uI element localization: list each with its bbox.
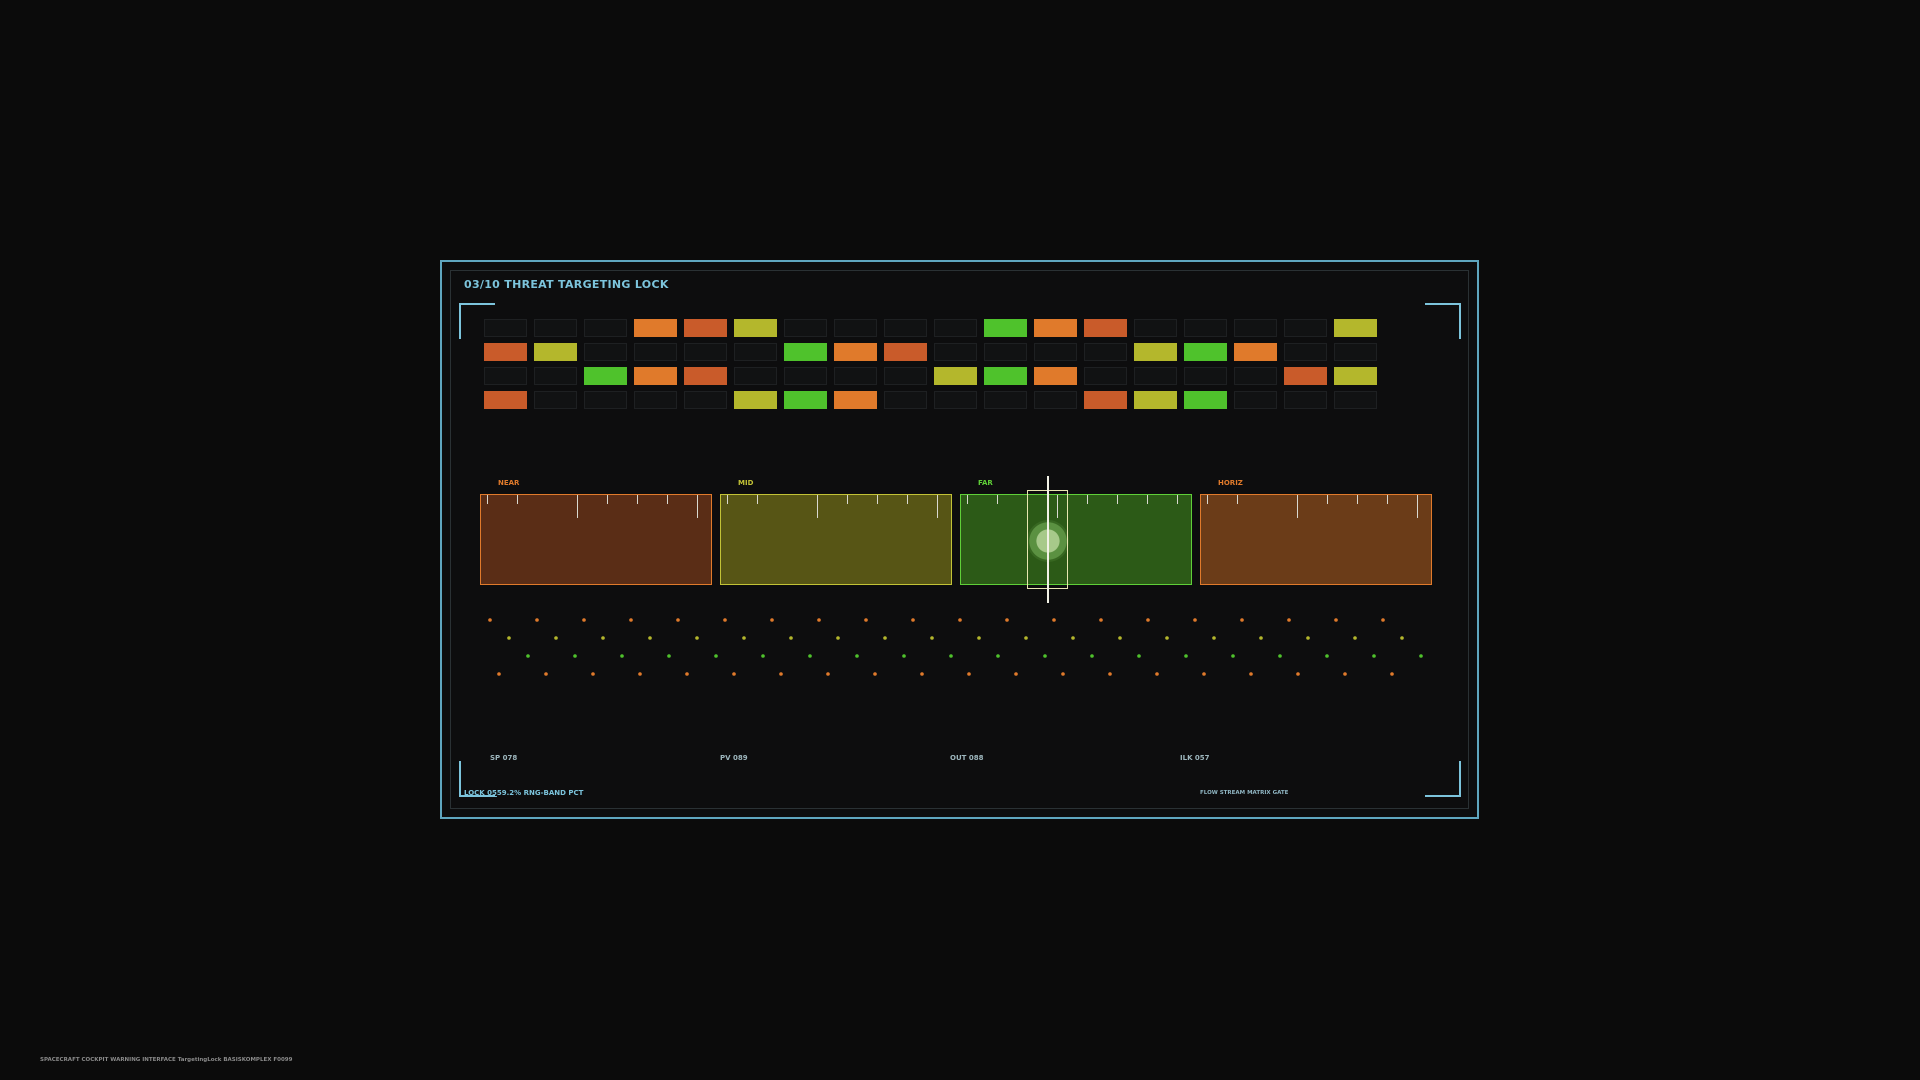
signal-dot: [1024, 636, 1028, 640]
signal-dot: [601, 636, 605, 640]
signal-dot: [1372, 654, 1376, 658]
lock-label: LOCK 05: [464, 789, 497, 797]
signal-dot: [1165, 636, 1169, 640]
signal-dot: [873, 672, 877, 676]
signal-dot: [648, 636, 652, 640]
signal-dot: [497, 672, 501, 676]
targeting-cursor-line[interactable]: [1047, 476, 1049, 603]
signal-dot: [920, 672, 924, 676]
signal-dot: [507, 636, 511, 640]
signal-dot: [1296, 672, 1300, 676]
signal-dot: [789, 636, 793, 640]
signal-dot: [554, 636, 558, 640]
signal-dot: [591, 672, 595, 676]
signal-dot: [902, 654, 906, 658]
signal-dot: [695, 636, 699, 640]
signal-dot: [1014, 672, 1018, 676]
signal-dot: [1146, 618, 1150, 622]
signal-dot: [1231, 654, 1235, 658]
readout-sp: SP 078: [490, 754, 518, 762]
lock-value: 59.2%: [496, 789, 522, 797]
signal-dot: [1259, 636, 1263, 640]
signal-dot: [967, 672, 971, 676]
signal-dot: [1108, 672, 1112, 676]
signal-dot: [1193, 618, 1197, 622]
signal-dot: [714, 654, 718, 658]
signal-dot: [958, 618, 962, 622]
signal-dot: [864, 618, 868, 622]
signal-dot: [770, 618, 774, 622]
readout-out: OUT 088: [950, 754, 984, 762]
signal-dot-field: [488, 618, 1423, 676]
signal-dot: [1043, 654, 1047, 658]
signal-dot: [1390, 672, 1394, 676]
signal-dot: [667, 654, 671, 658]
signal-dot: [1071, 636, 1075, 640]
signal-dot: [930, 636, 934, 640]
signal-dot: [836, 636, 840, 640]
signal-dot: [1137, 654, 1141, 658]
signal-dot: [582, 618, 586, 622]
signal-dot: [1334, 618, 1338, 622]
signal-dot: [1381, 618, 1385, 622]
signal-dot: [1419, 654, 1423, 658]
signal-dot: [1090, 654, 1094, 658]
readout-pv: PV 089: [720, 754, 748, 762]
signal-dot: [742, 636, 746, 640]
signal-dot: [685, 672, 689, 676]
signal-dot: [1343, 672, 1347, 676]
signal-dot: [1306, 636, 1310, 640]
signal-dot: [1287, 618, 1291, 622]
signal-dot: [573, 654, 577, 658]
signal-dot: [826, 672, 830, 676]
signal-dot: [1202, 672, 1206, 676]
signal-dot: [1099, 618, 1103, 622]
signal-dot: [676, 618, 680, 622]
signal-dot: [732, 672, 736, 676]
lock-suffix: RNG-BAND PCT: [523, 789, 584, 797]
signal-dot: [779, 672, 783, 676]
signal-dot: [1184, 654, 1188, 658]
signal-dot: [911, 618, 915, 622]
lock-status-line: LOCK 0559.2% RNG-BAND PCT: [464, 789, 583, 797]
signal-dot: [1325, 654, 1329, 658]
signal-dot: [488, 618, 492, 622]
footer-caption: SPACECRAFT COCKPIT WARNING INTERFACE Tar…: [40, 1057, 293, 1063]
signal-dot: [1212, 636, 1216, 640]
signal-dot: [949, 654, 953, 658]
signal-dot: [638, 672, 642, 676]
readout-ilk: ILK 057: [1180, 754, 1210, 762]
signal-dot: [808, 654, 812, 658]
signal-dot: [1005, 618, 1009, 622]
signal-dot: [817, 618, 821, 622]
flow-gate-label: FLOW STREAM MATRIX GATE: [1200, 790, 1289, 796]
signal-dot: [996, 654, 1000, 658]
signal-dot: [1052, 618, 1056, 622]
signal-dot: [855, 654, 859, 658]
signal-dot: [761, 654, 765, 658]
signal-dot: [526, 654, 530, 658]
signal-dot: [883, 636, 887, 640]
signal-dot: [1155, 672, 1159, 676]
signal-dot: [1353, 636, 1357, 640]
signal-dot: [1061, 672, 1065, 676]
signal-dot: [723, 618, 727, 622]
signal-dot: [620, 654, 624, 658]
signal-dot: [1400, 636, 1404, 640]
signal-dot: [544, 672, 548, 676]
signal-dot: [629, 618, 633, 622]
signal-dot: [1240, 618, 1244, 622]
signal-dot: [535, 618, 539, 622]
signal-dot: [1118, 636, 1122, 640]
signal-dot: [1278, 654, 1282, 658]
signal-dot: [977, 636, 981, 640]
signal-dot: [1249, 672, 1253, 676]
